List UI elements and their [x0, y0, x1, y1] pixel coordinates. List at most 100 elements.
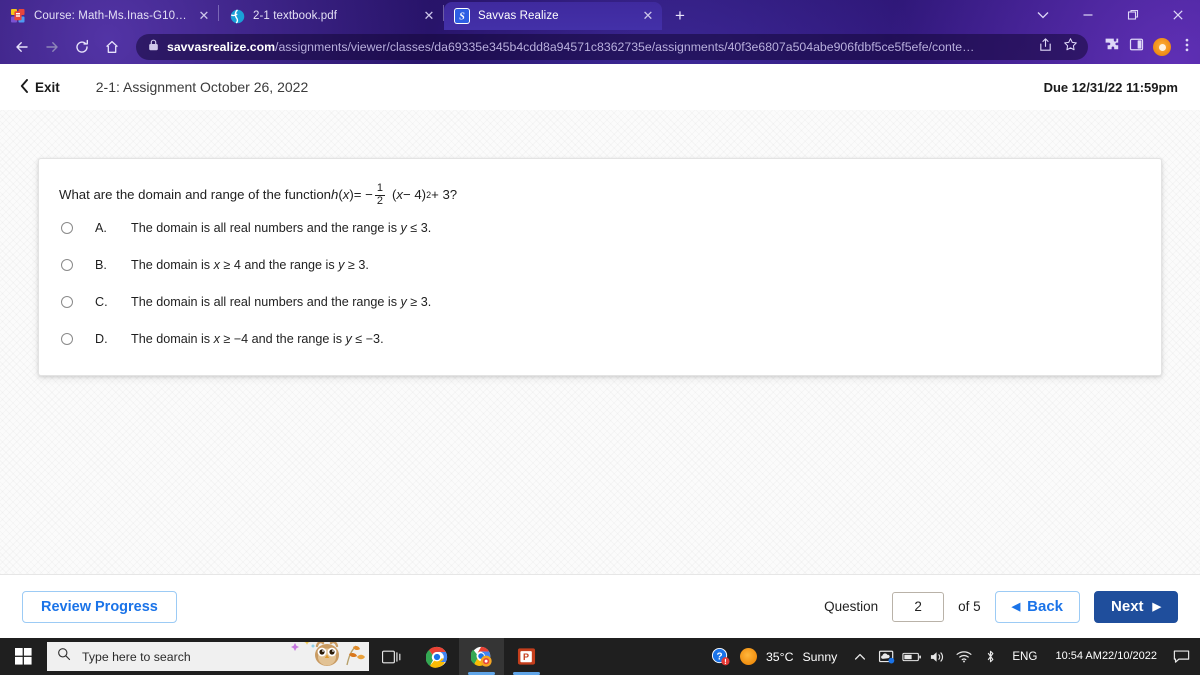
tab-strip: Course: Math-Ms.Inas-G10ABF ✕ 2-1 textbo…	[0, 0, 1200, 30]
url-path: /assignments/viewer/classes/da69335e345b…	[275, 40, 975, 54]
tab-close-icon[interactable]: ✕	[640, 8, 656, 24]
chrome-active-icon[interactable]	[459, 638, 504, 675]
svg-text:P: P	[523, 652, 529, 662]
next-label: Next	[1111, 598, 1144, 615]
bluetooth-icon[interactable]	[977, 638, 1003, 675]
language-indicator[interactable]: ENG	[1003, 650, 1046, 663]
weather-description: Sunny	[802, 649, 838, 664]
reload-icon[interactable]	[68, 33, 96, 61]
browser-tab-1[interactable]: 2-1 textbook.pdf ✕	[219, 2, 443, 30]
browser-tab-title: Savvas Realize	[478, 10, 559, 22]
lock-icon	[148, 38, 159, 56]
help-question-icon[interactable]: ?	[708, 638, 734, 675]
share-icon[interactable]	[1038, 37, 1053, 57]
address-bar[interactable]: savvasrealize.com/assignments/viewer/cla…	[136, 34, 1088, 60]
function-name: h	[331, 187, 339, 203]
option-letter: A.	[95, 221, 107, 235]
browser-tab-2[interactable]: S Savvas Realize ✕	[444, 2, 662, 30]
equals-sign: = −	[353, 187, 373, 203]
exit-button[interactable]: Exit	[14, 75, 66, 100]
question-total-label: of 5	[958, 599, 981, 614]
radio-button[interactable]	[61, 259, 73, 271]
question-card: What are the domain and range of the fun…	[38, 158, 1162, 376]
address-bar-url: savvasrealize.com/assignments/viewer/cla…	[167, 40, 1030, 54]
tab-close-icon[interactable]: ✕	[421, 8, 437, 24]
onedrive-icon[interactable]	[873, 638, 899, 675]
powerpoint-icon[interactable]: P	[504, 638, 549, 675]
question-nav-controls: Question 2 of 5 ◀ Back Next ▶	[824, 590, 1178, 623]
expr-minus-four: − 4	[402, 187, 422, 203]
expr-variable: x	[396, 187, 403, 203]
question-label: Question	[824, 599, 879, 614]
option-text-post: ≥ 3.	[406, 295, 432, 309]
chevron-up-icon[interactable]	[847, 638, 873, 675]
side-panel-icon[interactable]	[1129, 37, 1144, 57]
chrome-icon[interactable]	[414, 638, 459, 675]
speaker-icon[interactable]	[925, 638, 951, 675]
option-text: The domain is x ≥ 4 and the range is y ≥…	[131, 258, 369, 272]
option-text-mid: ≥ 4 and the range is	[219, 258, 339, 272]
three-dot-menu[interactable]	[1180, 37, 1194, 58]
chevron-left-icon	[20, 78, 29, 96]
radio-button[interactable]	[61, 333, 73, 345]
app-grid-icon	[10, 8, 26, 24]
search-icon	[57, 647, 71, 666]
profile-avatar[interactable]	[1153, 38, 1171, 56]
question-content-area: What are the domain and range of the fun…	[0, 110, 1200, 638]
search-input[interactable]: Type here to search	[47, 642, 369, 671]
savvas-s-icon: S	[454, 8, 470, 24]
home-icon[interactable]	[98, 33, 126, 61]
forward-icon[interactable]	[38, 33, 66, 61]
notification-icon[interactable]	[1166, 638, 1196, 675]
system-tray: ? 35°C Sunny ENG 10:54 AM 22/10/2022	[708, 638, 1200, 675]
question-stem: What are the domain and range of the fun…	[59, 182, 457, 208]
option-text-post: ≤ −3.	[351, 332, 384, 346]
weather-temperature: 35°C	[765, 649, 794, 664]
battery-icon[interactable]	[899, 638, 925, 675]
back-button[interactable]: ◀ Back	[994, 590, 1081, 623]
answer-option-c[interactable]: C. The domain is all real numbers and th…	[61, 295, 431, 309]
puzzle-icon[interactable]	[1104, 37, 1120, 58]
option-text: The domain is all real numbers and the r…	[131, 221, 431, 235]
variable-x: x	[342, 187, 350, 203]
option-letter: D.	[95, 332, 108, 346]
option-text-pre: The domain is all real numbers and the r…	[131, 221, 401, 235]
tab-close-icon[interactable]: ✕	[196, 8, 212, 24]
browser-tab-title: Course: Math-Ms.Inas-G10ABF	[34, 10, 188, 22]
taskbar-clock[interactable]: 10:54 AM 22/10/2022	[1046, 649, 1166, 664]
clock-time: 10:54 AM	[1055, 650, 1102, 663]
close-icon[interactable]	[1155, 0, 1200, 30]
question-number-input[interactable]: 2	[892, 591, 945, 622]
new-tab-button[interactable]: +	[666, 2, 694, 30]
search-placeholder: Type here to search	[82, 649, 191, 664]
wifi-icon[interactable]	[951, 638, 977, 675]
windows-start-icon[interactable]	[0, 638, 47, 675]
answer-option-a[interactable]: A. The domain is all real numbers and th…	[61, 221, 431, 235]
answer-option-d[interactable]: D. The domain is x ≥ −4 and the range is…	[61, 332, 384, 346]
browser-toolbar: savvasrealize.com/assignments/viewer/cla…	[0, 30, 1200, 64]
radio-button[interactable]	[61, 296, 73, 308]
option-letter: C.	[95, 295, 108, 309]
option-text-pre: The domain is	[131, 258, 214, 272]
answer-option-b[interactable]: B. The domain is x ≥ 4 and the range is …	[61, 258, 369, 272]
radio-button[interactable]	[61, 222, 73, 234]
task-view-icon[interactable]	[369, 638, 414, 675]
back-icon[interactable]	[8, 33, 36, 61]
review-progress-button[interactable]: Review Progress	[22, 590, 177, 623]
star-icon[interactable]	[1063, 37, 1078, 57]
triangle-left-icon: ◀	[1011, 601, 1021, 613]
option-text-post: ≤ 3.	[406, 221, 432, 235]
sun-icon	[739, 648, 757, 665]
owl-autumn-sticker	[287, 642, 365, 671]
restore-button[interactable]	[1110, 0, 1155, 30]
minimize-button[interactable]	[1065, 0, 1110, 30]
url-domain: savvasrealize.com	[167, 40, 276, 54]
tab-search-icon[interactable]	[1020, 0, 1065, 30]
weather-widget[interactable]: 35°C Sunny	[734, 648, 847, 665]
browser-tab-0[interactable]: Course: Math-Ms.Inas-G10ABF ✕	[0, 2, 218, 30]
exit-label: Exit	[35, 79, 60, 95]
option-text-pre: The domain is all real numbers and the r…	[131, 295, 401, 309]
due-date-label: Due 12/31/22 11:59pm	[1043, 79, 1178, 95]
fraction-numerator: 1	[376, 182, 383, 194]
next-button[interactable]: Next ▶	[1094, 590, 1178, 623]
